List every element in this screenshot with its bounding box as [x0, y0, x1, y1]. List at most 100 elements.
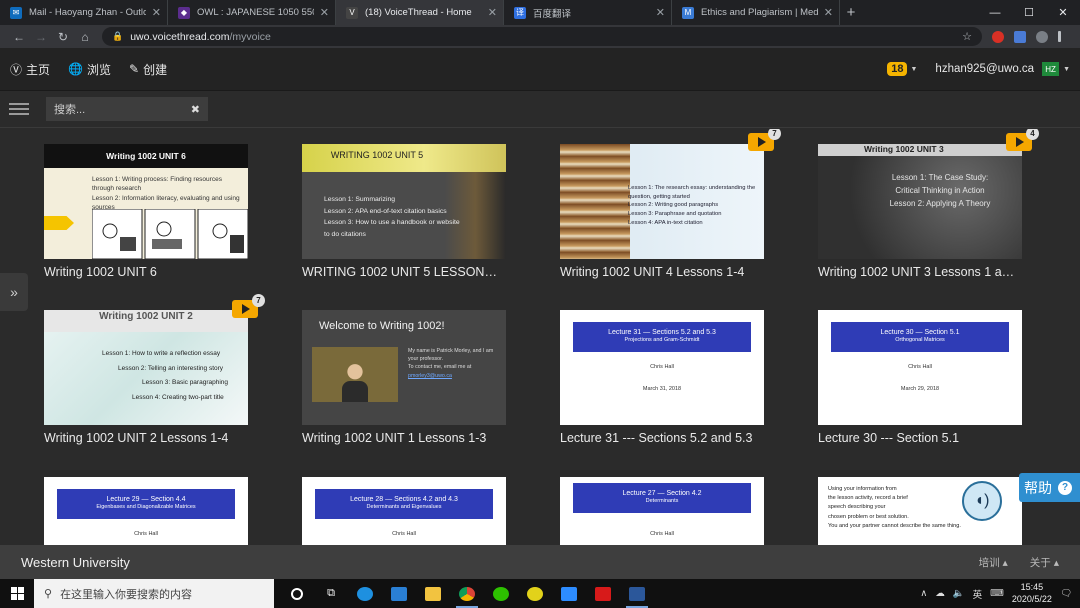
thumbnail[interactable]: WRITING 1002 UNIT 5 Lesson 1: Summarizin…: [302, 144, 506, 259]
play-icon: [758, 137, 766, 147]
card-title[interactable]: Writing 1002 UNIT 1 Lessons 1-3: [302, 431, 507, 445]
keyboard-icon[interactable]: ⌨: [990, 588, 1004, 599]
expand-sidebar-button[interactable]: »: [0, 273, 28, 311]
globe-icon: 🌐: [68, 62, 83, 76]
edge-icon[interactable]: [348, 579, 382, 608]
close-tab-icon[interactable]: ✕: [152, 6, 161, 19]
close-tab-icon[interactable]: ✕: [656, 6, 665, 19]
footer-link-about[interactable]: 关于 ▴: [1030, 555, 1059, 570]
thumbnail[interactable]: Writing 1002 UNIT 3 Lesson 1: The Case S…: [818, 144, 1022, 259]
site-footer: Western University 培训 ▴ 关于 ▴: [0, 545, 1080, 579]
comment-count-badge[interactable]: 4: [1006, 129, 1039, 151]
word-icon[interactable]: [620, 579, 654, 608]
thumbnail[interactable]: Using your information from the lesson a…: [818, 477, 1022, 545]
voicethread-card[interactable]: Lesson 1: The research essay: understand…: [560, 144, 764, 279]
voicethread-card[interactable]: WRITING 1002 UNIT 5 Lesson 1: Summarizin…: [302, 144, 506, 279]
cortana-icon[interactable]: [280, 579, 314, 608]
thumbnail[interactable]: Lecture 27 — Section 4.2 Determinants Ch…: [560, 477, 764, 545]
extension-grey-icon[interactable]: [1036, 30, 1048, 43]
card-title[interactable]: WRITING 1002 UNIT 5 LESSON…: [302, 265, 507, 279]
card-title[interactable]: Writing 1002 UNIT 3 Lessons 1 a…: [818, 265, 1023, 279]
url-field[interactable]: 🔒 uwo.voicethread.com/myvoice ☆: [102, 27, 982, 46]
card-title[interactable]: Lecture 31 --- Sections 5.2 and 5.3: [560, 431, 765, 445]
notification-center-icon[interactable]: 🗨: [1060, 588, 1072, 599]
forward-icon[interactable]: →: [30, 30, 52, 44]
file-explorer-icon[interactable]: [416, 579, 450, 608]
maximize-icon[interactable]: ☐: [1012, 0, 1046, 25]
tray-chevron-up-icon[interactable]: ∧: [920, 588, 927, 599]
close-tab-icon[interactable]: ✕: [824, 6, 833, 19]
voicethread-card[interactable]: Writing 1002 UNIT 3 Lesson 1: The Case S…: [818, 144, 1022, 279]
app-yellow-icon[interactable]: [518, 579, 552, 608]
user-email[interactable]: hzhan925@uwo.ca: [935, 63, 1034, 75]
notification-badge[interactable]: 18: [887, 62, 908, 76]
browser-tab-voicethread[interactable]: V (18) VoiceThread - Home ✕: [336, 0, 504, 25]
nav-home[interactable]: Ⓥ 主页: [10, 61, 50, 78]
extension-blue-icon[interactable]: [1014, 30, 1026, 43]
voicethread-card[interactable]: Writing 1002 UNIT 2 Lesson 1: How to wri…: [44, 310, 248, 445]
voicethread-card[interactable]: Using your information from the lesson a…: [818, 477, 1022, 545]
browser-tab-owl[interactable]: ◆ OWL : JAPANESE 1050 550 SP ✕: [168, 0, 336, 25]
ime-indicator[interactable]: 英: [973, 587, 983, 601]
reload-icon[interactable]: ↻: [52, 30, 74, 44]
thumbnail[interactable]: Lecture 30 — Section 5.1 Orthogonal Matr…: [818, 310, 1022, 425]
hamburger-menu-icon[interactable]: [9, 100, 29, 118]
footer-link-training[interactable]: 培训 ▴: [979, 555, 1008, 570]
windows-start-button[interactable]: [0, 579, 34, 608]
card-title[interactable]: Writing 1002 UNIT 2 Lessons 1-4: [44, 431, 249, 445]
card-title[interactable]: Writing 1002 UNIT 4 Lessons 1-4: [560, 265, 765, 279]
system-clock[interactable]: 15:45 2020/5/22: [1012, 582, 1052, 605]
search-input[interactable]: 搜索... ✖: [46, 97, 208, 121]
toolbar-row: 搜索... ✖: [0, 91, 1080, 128]
comment-count-badge[interactable]: 7: [232, 294, 265, 318]
wechat-icon[interactable]: [484, 579, 518, 608]
thumbnail[interactable]: Lecture 29 — Section 4.4 Eigenbases and …: [44, 477, 248, 545]
volume-icon[interactable]: 🔈: [953, 588, 965, 599]
card-title[interactable]: Lecture 30 --- Section 5.1: [818, 431, 1023, 445]
clear-search-icon[interactable]: ✖: [191, 103, 200, 116]
voicethread-card[interactable]: Lecture 29 — Section 4.4 Eigenbases and …: [44, 477, 248, 545]
chrome-icon[interactable]: [450, 579, 484, 608]
window-close-icon[interactable]: ✕: [1046, 0, 1080, 25]
thumbnail[interactable]: Lecture 31 — Sections 5.2 and 5.3 Projec…: [560, 310, 764, 425]
close-tab-icon[interactable]: ✕: [488, 6, 497, 19]
thumbnail[interactable]: Writing 1002 UNIT 2 Lesson 1: How to wri…: [44, 310, 248, 425]
comment-count-badge[interactable]: 7: [748, 129, 781, 151]
mail-app-icon[interactable]: [382, 579, 416, 608]
extension-red-icon[interactable]: [992, 30, 1004, 43]
voicethread-card[interactable]: Lecture 27 — Section 4.2 Determinants Ch…: [560, 477, 764, 545]
back-icon[interactable]: ←: [8, 30, 30, 44]
voicethread-card[interactable]: Lecture 28 — Sections 4.2 and 4.3 Determ…: [302, 477, 506, 545]
chevron-down-icon[interactable]: ▼: [1063, 66, 1070, 73]
task-view-icon[interactable]: ⧉: [314, 579, 348, 608]
books-image: [560, 144, 630, 259]
home-icon[interactable]: ⌂: [74, 30, 96, 44]
browser-menu-icon[interactable]: [1058, 31, 1061, 42]
thumbnail[interactable]: Welcome to Writing 1002! My name is Patr…: [302, 310, 506, 425]
acrobat-icon[interactable]: [586, 579, 620, 608]
browser-tab-ethics[interactable]: M Ethics and Plagiarism | Media ✕: [672, 0, 840, 25]
card-title[interactable]: Writing 1002 UNIT 6: [44, 265, 249, 279]
thumbnail[interactable]: Writing 1002 UNIT 6 Lesson 1: Writing pr…: [44, 144, 248, 259]
bookmark-star-icon[interactable]: ☆: [962, 30, 972, 43]
close-tab-icon[interactable]: ✕: [320, 6, 329, 19]
voicethread-card[interactable]: Welcome to Writing 1002! My name is Patr…: [302, 310, 506, 445]
minimize-icon[interactable]: —: [978, 0, 1012, 25]
onedrive-icon[interactable]: ☁: [935, 588, 945, 599]
voicethread-card[interactable]: Lecture 30 — Section 5.1 Orthogonal Matr…: [818, 310, 1022, 445]
thumbnail[interactable]: Lecture 28 — Sections 4.2 and 4.3 Determ…: [302, 477, 506, 545]
help-button[interactable]: 帮助 ?: [1019, 473, 1080, 502]
new-tab-button[interactable]: +: [840, 0, 862, 25]
voicethread-card[interactable]: Writing 1002 UNIT 6 Lesson 1: Writing pr…: [44, 144, 248, 279]
avatar[interactable]: HZ: [1042, 62, 1060, 76]
voicethread-card[interactable]: Lecture 31 — Sections 5.2 and 5.3 Projec…: [560, 310, 764, 445]
voicethread-logo-icon: Ⓥ: [10, 62, 23, 77]
browser-tab-mail[interactable]: ✉ Mail - Haoyang Zhan - Outlo ✕: [0, 0, 168, 25]
zoom-icon[interactable]: [552, 579, 586, 608]
nav-browse[interactable]: 🌐 浏览: [68, 61, 111, 78]
thumbnail[interactable]: Lesson 1: The research essay: understand…: [560, 144, 764, 259]
chevron-down-icon[interactable]: ▼: [910, 66, 917, 73]
taskbar-search-input[interactable]: ⚲ 在这里输入你要搜索的内容: [34, 579, 274, 608]
browser-tab-baidu[interactable]: 译 百度翻译 ✕: [504, 0, 672, 25]
nav-create[interactable]: ✎ 创建: [129, 61, 167, 78]
